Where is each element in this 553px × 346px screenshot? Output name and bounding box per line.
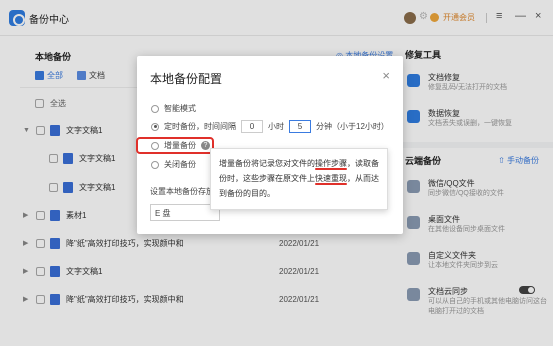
highlight-box	[136, 137, 214, 154]
option-label: 定时备份，时间间隔	[164, 122, 236, 131]
option-smart-mode[interactable]: 智能模式	[151, 103, 196, 114]
option-label: 智能模式	[164, 104, 196, 113]
hours-input[interactable]: 0	[241, 120, 263, 133]
radio-button[interactable]	[151, 160, 159, 169]
close-icon[interactable]: ×	[382, 68, 390, 83]
minutes-unit: 分钟（小于12小时）	[316, 122, 389, 131]
option-label: 关闭备份	[164, 160, 196, 169]
emphasis-text: 操作步骤	[315, 159, 347, 168]
option-timed-backup[interactable]: 定时备份，时间间隔 0 小时 5 分钟（小于12小时）	[151, 120, 389, 133]
tooltip-line: 到备份的目的。	[219, 189, 275, 198]
incremental-backup-tooltip: 增量备份将记录您对文件的操作步骤 ，读取备 份时，这些步骤在原文件上快速重现 ，从而…	[210, 148, 388, 210]
backup-path-label: 设置本地备份存放	[150, 187, 214, 196]
radio-button[interactable]	[151, 104, 159, 113]
tooltip-line: 增量备份将记录您对文件的操作步骤 ，读取备	[219, 159, 379, 170]
minutes-input[interactable]: 5	[289, 120, 311, 133]
red-underline	[315, 183, 347, 185]
tooltip-line: 份时，这些步骤在原文件上快速重现 ，从而达	[219, 174, 379, 185]
option-backup-off[interactable]: 关闭备份	[151, 159, 196, 170]
hours-unit: 小时	[268, 122, 284, 131]
emphasis-text: 快速重现	[315, 174, 347, 183]
red-underline	[315, 168, 347, 170]
dialog-title: 本地备份配置	[150, 72, 223, 86]
radio-button[interactable]	[151, 122, 159, 131]
